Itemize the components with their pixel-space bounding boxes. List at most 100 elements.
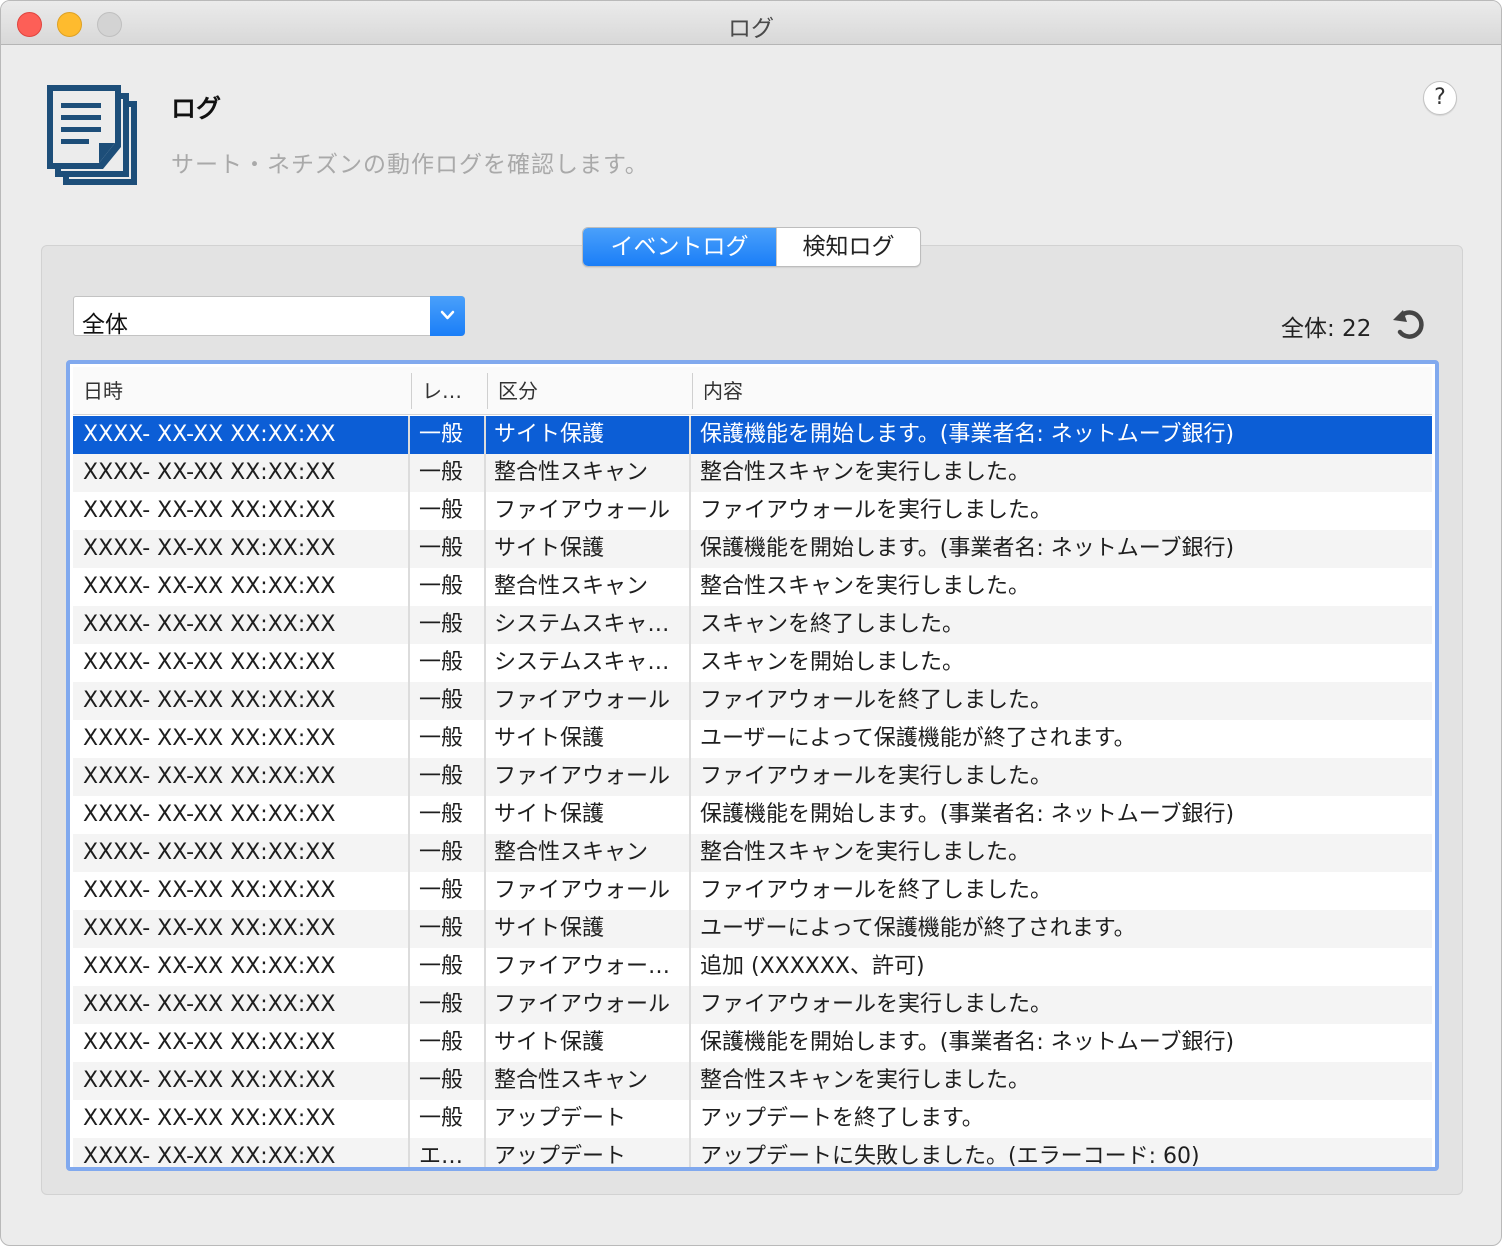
table-row[interactable]: XXXX- XX-XX XX:XX:XX 一般 整合性スキャン 整合性スキャンを実行し… [73,1062,1432,1100]
chevron-down-icon[interactable] [430,296,465,336]
table-row[interactable]: XXXX- XX-XX XX:XX:XX 一般 整合性スキャン 整合性スキャンを実行し… [73,568,1432,606]
table-row[interactable]: XXXX- XX-XX XX:XX:XX 一般 システムスキャ… スキャンを終了しまし… [73,606,1432,644]
total-count: 全体: 22 [1281,316,1372,342]
cell-category: サイト保護 [494,802,605,827]
table-row[interactable]: XXXX- XX-XX XX:XX:XX 一般 ファイアウォール ファイアウォールを実… [73,986,1432,1024]
cell-datetime: XXXX- XX-XX XX:XX:XX [83,650,336,675]
cell-datetime: XXXX- XX-XX XX:XX:XX [83,726,336,751]
cell-content: ファイアウォールを終了しました。 [700,688,1053,713]
cell-content: アップデートに失敗しました。(エラーコード: 60) [700,1144,1200,1168]
cell-datetime: XXXX- XX-XX XX:XX:XX [83,954,336,979]
cell-category: 整合性スキャン [494,840,649,865]
filter-selected-value: 全体 [82,312,128,338]
column-header-datetime[interactable]: 日時 [73,367,411,415]
cell-level: 一般 [419,574,464,599]
cell-level: 一般 [419,612,464,637]
page-title: ログ [171,94,222,123]
log-type-tabs: イベントログ 検知ログ [582,227,921,267]
cell-datetime: XXXX- XX-XX XX:XX:XX [83,422,336,447]
table-row[interactable]: XXXX- XX-XX XX:XX:XX 一般 整合性スキャン 整合性スキャンを実行し… [73,834,1432,872]
cell-content: アップデートを終了します。 [700,1106,984,1131]
table-row[interactable]: XXXX- XX-XX XX:XX:XX 一般 ファイアウォー… 追加 (XXXXXX… [73,948,1432,986]
cell-datetime: XXXX- XX-XX XX:XX:XX [83,1030,336,1055]
cell-content: 整合性スキャンを実行しました。 [700,840,1031,865]
cell-category: 整合性スキャン [494,574,649,599]
cell-level: 一般 [419,992,464,1017]
table-row[interactable]: XXXX- XX-XX XX:XX:XX 一般 ファイアウォール ファイアウォールを終… [73,682,1432,720]
cell-category: アップデート [494,1144,627,1168]
table-header: 日時 レ… 区分 内容 [73,367,1432,415]
cell-level: 一般 [419,954,464,979]
cell-content: ファイアウォールを終了しました。 [700,878,1053,903]
table-row[interactable]: XXXX- XX-XX XX:XX:XX 一般 ファイアウォール ファイアウォールを終… [73,872,1432,910]
cell-category: サイト保護 [494,1030,605,1055]
cell-level: 一般 [419,536,464,561]
cell-level: 一般 [419,878,464,903]
table-row[interactable]: XXXX- XX-XX XX:XX:XX 一般 ファイアウォール ファイアウォールを実… [73,758,1432,796]
event-log-table[interactable]: 日時 レ… 区分 内容 XXXX- XX-XX XX:XX:XX 一般 サイト保護保… [66,360,1439,1171]
cell-datetime: XXXX- XX-XX XX:XX:XX [83,498,336,523]
cell-content: スキャンを開始しました。 [700,650,965,675]
cell-datetime: XXXX- XX-XX XX:XX:XX [83,574,336,599]
refresh-icon[interactable] [1391,306,1429,342]
column-header-content[interactable]: 内容 [693,367,1432,415]
table-row[interactable]: XXXX- XX-XX XX:XX:XX 一般 ファイアウォール ファイアウォールを実… [73,492,1432,530]
cell-category: ファイアウォール [494,992,671,1017]
cell-category: サイト保護 [494,916,605,941]
cell-category: ファイアウォール [494,878,671,903]
cell-category: システムスキャ… [494,650,670,675]
page-subtitle: サート・ネチズンの動作ログを確認します。 [171,152,649,178]
cell-content: ユーザーによって保護機能が終了されます。 [700,916,1136,941]
title-bar[interactable]: ログ [1,1,1501,45]
cell-level: 一般 [419,916,464,941]
table-row[interactable]: XXXX- XX-XX XX:XX:XX エ… アップデート アップデートに失敗しまし… [73,1138,1432,1168]
cell-category: サイト保護 [494,536,605,561]
table-row[interactable]: XXXX- XX-XX XX:XX:XX 一般 アップデート アップデートを終了します… [73,1100,1432,1138]
column-header-level[interactable]: レ… [412,367,488,415]
table-row[interactable]: XXXX- XX-XX XX:XX:XX 一般 整合性スキャン 整合性スキャンを実行し… [73,454,1432,492]
cell-content: ファイアウォールを実行しました。 [700,498,1053,523]
table-row[interactable]: XXXX- XX-XX XX:XX:XX 一般 サイト保護 ユーザーによって保護機能が… [73,910,1432,948]
cell-category: ファイアウォール [494,688,671,713]
cell-content: 追加 (XXXXXX、許可) [700,954,925,979]
cell-datetime: XXXX- XX-XX XX:XX:XX [83,1068,336,1093]
cell-level: 一般 [419,498,464,523]
cell-level: 一般 [419,726,464,751]
filter-dropdown[interactable]: 全体 [73,296,465,338]
table-row[interactable]: XXXX- XX-XX XX:XX:XX 一般 サイト保護 保護機能を開始します。(事… [73,796,1432,834]
cell-datetime: XXXX- XX-XX XX:XX:XX [83,536,336,561]
cell-content: 整合性スキャンを実行しました。 [700,574,1031,599]
cell-content: 整合性スキャンを実行しました。 [700,460,1031,485]
cell-level: 一般 [419,460,464,485]
table-row[interactable]: XXXX- XX-XX XX:XX:XX 一般 サイト保護 保護機能を開始します。(事… [73,1024,1432,1062]
help-button[interactable]: ? [1423,81,1457,115]
cell-category: 整合性スキャン [494,1068,649,1093]
table-row[interactable]: XXXX- XX-XX XX:XX:XX 一般 システムスキャ… スキャンを開始しまし… [73,644,1432,682]
cell-datetime: XXXX- XX-XX XX:XX:XX [83,1106,336,1131]
cell-category: サイト保護 [494,726,605,751]
cell-content: ファイアウォールを実行しました。 [700,764,1053,789]
cell-content: ファイアウォールを実行しました。 [700,992,1053,1017]
cell-datetime: XXXX- XX-XX XX:XX:XX [83,612,336,637]
cell-datetime: XXXX- XX-XX XX:XX:XX [83,688,336,713]
cell-level: 一般 [419,1106,464,1131]
cell-category: ファイアウォー… [494,954,671,979]
tab-event-log[interactable]: イベントログ [583,228,776,266]
window-title: ログ [728,16,774,42]
cell-level: 一般 [419,764,464,789]
log-window: ログ ログ サート・ネチズンの動作ログを確認します。 ? イベントログ 検知ログ… [0,0,1502,1246]
cell-level: 一般 [419,650,464,675]
cell-category: システムスキャ… [494,612,670,637]
cell-datetime: XXXX- XX-XX XX:XX:XX [83,916,336,941]
cell-level: エ… [419,1144,464,1168]
table-row[interactable]: XXXX- XX-XX XX:XX:XX 一般 サイト保護 保護機能を開始します。(事… [73,530,1432,568]
cell-datetime: XXXX- XX-XX XX:XX:XX [83,992,336,1017]
cell-level: 一般 [419,688,464,713]
column-separator [689,416,691,1167]
column-header-category[interactable]: 区分 [488,367,693,415]
table-body: XXXX- XX-XX XX:XX:XX 一般 サイト保護 保護機能を開始します。(事… [73,416,1432,1168]
table-row[interactable]: XXXX- XX-XX XX:XX:XX 一般 サイト保護 保護機能を開始します。(事… [73,416,1432,454]
tab-detection-log[interactable]: 検知ログ [776,228,920,266]
cell-datetime: XXXX- XX-XX XX:XX:XX [83,1144,336,1168]
table-row[interactable]: XXXX- XX-XX XX:XX:XX 一般 サイト保護 ユーザーによって保護機能が… [73,720,1432,758]
